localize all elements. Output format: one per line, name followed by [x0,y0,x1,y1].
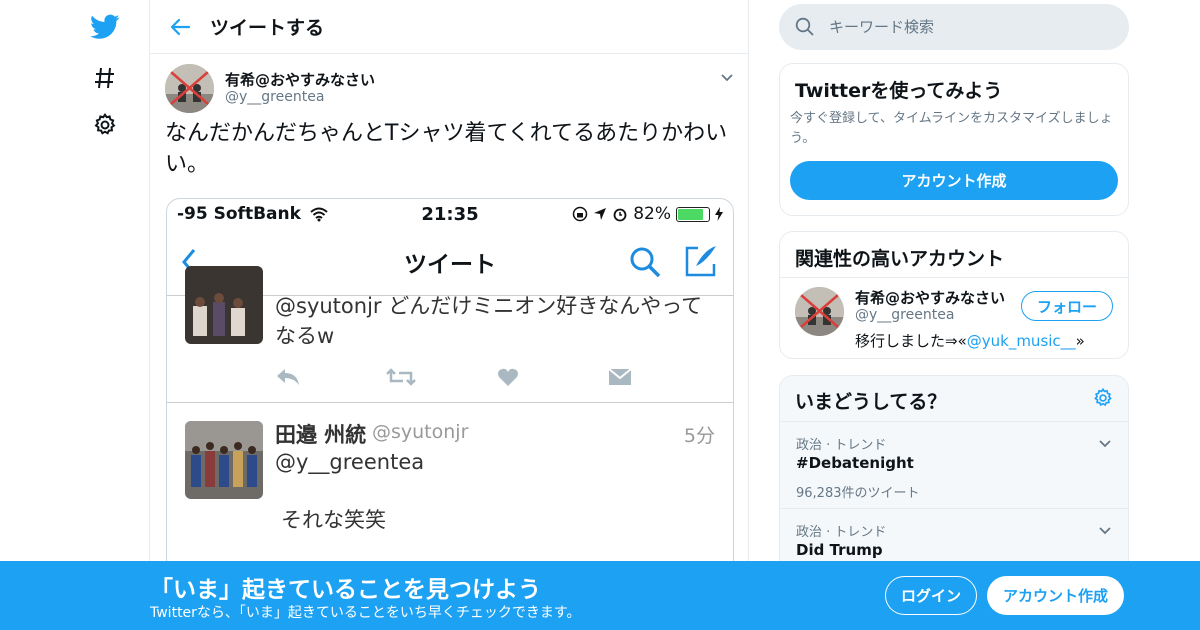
heart-icon [497,364,608,390]
related-avatar[interactable] [795,287,844,336]
trends-card: いまどうしてる？ 政治 · トレンド #Debatenight 96,283件の… [779,375,1129,575]
related-bio-prefix: 移行しました⇒« [855,332,967,350]
divider [780,277,1128,278]
phone-tweet-1-actions [275,364,719,390]
author-name[interactable]: 有希@おやすみなさい [225,69,375,90]
back-button[interactable] [150,0,210,54]
phone-tweet-1-text: @syutonjr どんだけミニオン好きなんやってなるw [275,294,703,348]
left-nav [0,0,150,630]
trends-header: いまどうしてる？ [780,376,1128,421]
phone-tweet-2-name: 田邉 州統 [275,423,367,447]
main-header: ツイートする [150,0,748,54]
banner-title: 「いま」起きていることを見つけよう [150,577,541,603]
chevron-down-icon[interactable] [1098,434,1112,453]
search-icon [795,17,814,36]
dm-envelope-icon [608,364,719,390]
banner-subtitle: Twitterなら、「いま」起きていることをいち早くチェックできます。 [150,605,581,621]
trend-item[interactable]: 政治 · トレンド #Debatenight 96,283件のツイート [780,421,1128,508]
back-arrow-icon [170,18,191,35]
related-accounts-card: 関連性の高いアカウント 有希@おやすみなさい @y__greentea 移行しま… [779,231,1129,359]
search-icon [630,247,661,278]
twitter-bird-icon[interactable] [88,10,122,44]
phone-tweet-2-handle: @syutonjr [372,421,469,443]
trend-name: #Debatenight [796,454,914,472]
phone-clock: 21:35 [421,203,479,225]
tweet-text: なんだかんだちゃんとTシャツ着てくれてるあたりかわいい。 [165,121,728,177]
signup-card-title: Twitterを使ってみよう [795,80,1003,102]
tweet-header: 有希@おやすみなさい @y__greentea [150,54,748,120]
signup-card-description: 今すぐ登録して、タイムラインをカスタマイズしましょう。 [790,111,1113,146]
login-button[interactable]: ログイン [885,576,977,615]
phone-tweet-2-reply-to: @y__greentea [275,450,425,474]
related-bio-suffix: » [1075,332,1085,350]
author-handle[interactable]: @y__greentea [225,89,324,105]
related-name[interactable]: 有希@おやすみなさい [855,287,1005,308]
phone-tweet-2-time: 5分 [683,425,715,447]
phone-tweet-2: 田邉 州統 @syutonjr 5分 @y__greentea それな笑笑 [167,403,733,577]
trend-name: Did Trump [796,541,883,559]
trend-count: 96,283件のツイート [796,486,920,501]
tweet-media-image[interactable]: -95 SoftBank 21:35 82% ツイート @syutonjr どん… [166,198,734,578]
avatar[interactable] [165,64,214,113]
phone-tweet-1: @syutonjr どんだけミニオン好きなんやってなるw [167,266,733,403]
banner-signup-button[interactable]: アカウント作成 [987,576,1124,615]
page-title: ツイートする [210,17,325,39]
phone-status-bar: -95 SoftBank 21:35 82% [167,199,733,229]
signup-button[interactable]: アカウント作成 [790,161,1118,200]
related-handle[interactable]: @y__greentea [855,307,954,323]
main-column: ツイートする 有希@おやすみなさい @y__greentea なんだかんだちゃん… [149,0,749,630]
chevron-down-icon[interactable] [720,68,734,87]
gear-icon[interactable] [88,108,122,142]
retweet-icon [386,364,497,390]
trend-meta: 政治 · トレンド [796,525,887,540]
phone-tweet-1-avatar [185,266,263,344]
search-input[interactable] [829,18,1109,36]
related-title: 関連性の高いアカウント [795,248,1005,270]
search-bar[interactable] [779,4,1129,50]
trend-meta: 政治 · トレンド [796,438,887,453]
phone-tweet-2-avatar [185,421,263,499]
chevron-down-icon[interactable] [1098,521,1112,540]
reply-icon [275,364,386,390]
phone-tweet-2-text: それな笑笑 [281,508,386,532]
signup-card: Twitterを使ってみよう 今すぐ登録して、タイムラインをカスタマイズしましょ… [779,63,1129,216]
related-bio: 移行しました⇒«@yuk_music__» [855,330,1085,351]
battery-icon [676,206,710,222]
trends-title: いまどうしてる？ [795,391,947,413]
follow-button[interactable]: フォロー [1021,291,1113,321]
hashtag-icon[interactable] [88,61,122,95]
trends-settings-icon[interactable] [1092,387,1114,413]
signup-banner: 「いま」起きていることを見つけよう Twitterなら、「いま」起きていることを… [0,561,1200,630]
compose-icon [685,246,716,277]
related-bio-link[interactable]: @yuk_music__ [967,332,1076,350]
